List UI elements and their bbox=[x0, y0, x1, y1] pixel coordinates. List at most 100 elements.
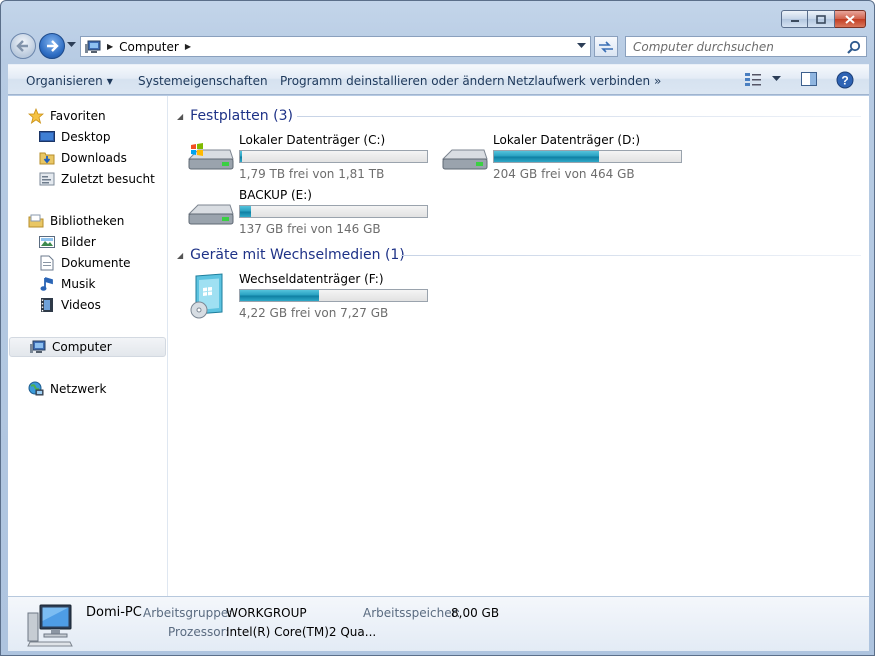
computer-icon bbox=[85, 40, 101, 53]
cpu-label: Prozessor: bbox=[168, 625, 230, 639]
drive-e[interactable]: BACKUP (E:) 137 GB frei von 146 GB bbox=[186, 188, 436, 240]
breadcrumb-computer[interactable]: Computer bbox=[119, 40, 179, 54]
computer-icon bbox=[30, 339, 46, 355]
nav-music[interactable]: Musik bbox=[8, 274, 167, 294]
hard-drive-icon bbox=[441, 149, 488, 170]
windows-drive-icon bbox=[187, 143, 234, 170]
nav-documents[interactable]: Dokumente bbox=[8, 253, 167, 273]
nav-libraries-label: Bibliotheken bbox=[50, 214, 125, 228]
nav-videos[interactable]: Videos bbox=[8, 295, 167, 315]
drive-d-usage-bar bbox=[493, 150, 682, 163]
arrow-left-icon bbox=[16, 40, 28, 52]
nav-music-label: Musik bbox=[61, 277, 96, 291]
nav-favorites-label: Favoriten bbox=[50, 109, 106, 123]
drive-d[interactable]: Lokaler Datenträger (D:) 204 GB frei von… bbox=[440, 133, 690, 185]
drive-f-name: Wechseldatenträger (F:) bbox=[239, 272, 384, 286]
forward-button[interactable] bbox=[39, 33, 65, 59]
collapse-triangle-icon[interactable]: ◢ bbox=[177, 251, 183, 260]
nav-computer[interactable]: Computer bbox=[9, 337, 166, 357]
main-pane: ◢ Festplatten (3) Lokaler Datenträger (C… bbox=[169, 96, 869, 596]
collapse-triangle-icon[interactable]: ◢ bbox=[177, 112, 183, 121]
back-button[interactable] bbox=[10, 33, 36, 59]
nav-recent-places-label: Zuletzt besucht bbox=[61, 172, 155, 186]
drive-e-usage-fill bbox=[240, 206, 252, 217]
videos-icon bbox=[39, 297, 55, 313]
recent-pages-dropdown[interactable] bbox=[67, 42, 76, 48]
workgroup-value: WORKGROUP bbox=[226, 606, 307, 620]
nav-videos-label: Videos bbox=[61, 298, 101, 312]
memory-value: 8,00 GB bbox=[451, 606, 500, 620]
window-controls bbox=[781, 10, 866, 28]
recent-places-icon bbox=[39, 171, 55, 187]
computer-large-icon bbox=[27, 604, 73, 647]
help-button[interactable]: ? bbox=[836, 71, 854, 89]
drive-e-usage-bar bbox=[239, 205, 428, 218]
content-area: Favoriten Desktop Downloads Zuletzt besu… bbox=[8, 96, 869, 596]
nav-pictures-label: Bilder bbox=[61, 235, 96, 249]
arrow-right-icon bbox=[47, 40, 59, 52]
drive-d-name: Lokaler Datenträger (D:) bbox=[493, 133, 641, 147]
drive-c-name: Lokaler Datenträger (C:) bbox=[239, 133, 386, 147]
drive-e-free-space: 137 GB frei von 146 GB bbox=[239, 222, 381, 236]
drive-c[interactable]: Lokaler Datenträger (C:) 1,79 TB frei vo… bbox=[186, 133, 436, 185]
search-icon[interactable] bbox=[847, 40, 861, 54]
map-network-drive-button[interactable]: Netzlaufwerk verbinden bbox=[507, 74, 650, 88]
group-title-removable: Geräte mit Wechselmedien (1) bbox=[190, 247, 405, 263]
nav-pictures[interactable]: Bilder bbox=[8, 232, 167, 252]
group-header-removable[interactable]: ◢ Geräte mit Wechselmedien (1) bbox=[177, 245, 405, 265]
close-button[interactable] bbox=[835, 10, 866, 28]
preview-pane-button[interactable] bbox=[801, 71, 818, 87]
nav-network-label: Netzwerk bbox=[50, 382, 107, 396]
drive-e-name: BACKUP (E:) bbox=[239, 188, 312, 202]
cpu-value: Intel(R) Core(TM)2 Qua... bbox=[226, 625, 377, 639]
drive-c-free-space: 1,79 TB frei von 1,81 TB bbox=[239, 167, 385, 181]
nav-downloads[interactable]: Downloads bbox=[8, 148, 167, 168]
change-view-button[interactable] bbox=[744, 71, 781, 87]
documents-icon bbox=[39, 255, 55, 271]
drive-f[interactable]: Wechseldatenträger (F:) 4,22 GB frei von… bbox=[186, 272, 436, 324]
more-commands-button[interactable]: » bbox=[654, 74, 661, 88]
maximize-icon bbox=[816, 14, 826, 24]
desktop-icon bbox=[39, 129, 55, 145]
nav-recent-places[interactable]: Zuletzt besucht bbox=[8, 169, 167, 189]
uninstall-program-button[interactable]: Programm deinstallieren oder ändern bbox=[280, 74, 505, 88]
group-title-hard-disks: Festplatten (3) bbox=[190, 108, 293, 124]
view-dropdown-icon[interactable] bbox=[772, 76, 781, 82]
search-input[interactable] bbox=[626, 37, 836, 56]
breadcrumb-separator-icon[interactable]: ▶ bbox=[107, 42, 113, 51]
nav-libraries[interactable]: Bibliotheken bbox=[8, 211, 167, 231]
nav-desktop-label: Desktop bbox=[61, 130, 111, 144]
navigation-pane: Favoriten Desktop Downloads Zuletzt besu… bbox=[8, 96, 168, 596]
nav-desktop[interactable]: Desktop bbox=[8, 127, 167, 147]
network-icon bbox=[28, 381, 44, 397]
drive-d-free-space: 204 GB frei von 464 GB bbox=[493, 167, 635, 181]
system-properties-button[interactable]: Systemeigenschaften bbox=[138, 74, 268, 88]
nav-network[interactable]: Netzwerk bbox=[8, 379, 167, 399]
svg-text:?: ? bbox=[841, 74, 848, 88]
explorer-window: ▶ Computer ▶ Organisieren▼ Systemeigensc… bbox=[0, 0, 875, 656]
help-icon: ? bbox=[836, 71, 854, 89]
address-bar[interactable]: ▶ Computer ▶ bbox=[80, 36, 591, 57]
group-divider bbox=[297, 116, 861, 117]
drive-c-usage-fill bbox=[240, 151, 242, 162]
downloads-folder-icon bbox=[39, 150, 55, 166]
breadcrumb-chevron-icon[interactable]: ▶ bbox=[185, 42, 191, 51]
nav-favorites[interactable]: Favoriten bbox=[8, 106, 167, 126]
organize-label: Organisieren bbox=[26, 74, 103, 88]
group-divider bbox=[401, 255, 861, 256]
search-box[interactable] bbox=[625, 36, 867, 57]
organize-button[interactable]: Organisieren ▼ bbox=[26, 74, 113, 88]
group-header-hard-disks[interactable]: ◢ Festplatten (3) bbox=[177, 106, 293, 126]
pictures-icon bbox=[39, 234, 55, 250]
nav-computer-label: Computer bbox=[52, 340, 112, 354]
details-pane: Domi-PC Arbeitsgruppe: WORKGROUP Arbeits… bbox=[8, 596, 869, 651]
address-dropdown-icon[interactable] bbox=[577, 43, 586, 49]
minimize-button[interactable] bbox=[781, 10, 808, 28]
memory-label: Arbeitsspeicher: bbox=[363, 606, 461, 620]
refresh-button[interactable] bbox=[594, 36, 618, 57]
drive-f-usage-bar bbox=[239, 289, 428, 302]
star-icon bbox=[28, 108, 44, 124]
drive-d-usage-fill bbox=[494, 151, 599, 162]
maximize-button[interactable] bbox=[808, 10, 835, 28]
chevron-down-icon: ▼ bbox=[106, 77, 113, 86]
